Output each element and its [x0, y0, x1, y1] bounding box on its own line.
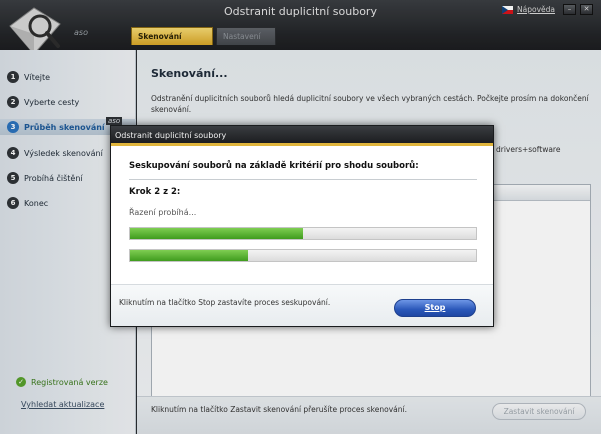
primary-progress-bar	[129, 227, 477, 240]
dialog-brand-label: aso	[106, 117, 123, 125]
status-text: Řazení probíhá...	[129, 208, 197, 217]
dialog-title-bar: aso Odstranit duplicitní soubory	[106, 117, 493, 146]
secondary-progress-bar	[129, 249, 477, 262]
grouping-progress-dialog: aso Odstranit duplicitní soubory Seskupo…	[106, 117, 494, 327]
secondary-progress-fill	[130, 250, 248, 261]
dialog-heading: Seskupování souborů na základě kritérií …	[129, 161, 419, 171]
dialog-footer-text: Kliknutím na tlačítko Stop zastavíte pro…	[119, 298, 331, 307]
primary-progress-fill	[130, 228, 303, 239]
stop-button[interactable]: Stop	[394, 299, 476, 317]
dialog-title: Odstranit duplicitní soubory	[115, 131, 227, 140]
dialog-footer: Kliknutím na tlačítko Stop zastavíte pro…	[111, 284, 493, 326]
step-indicator: Krok 2 z 2:	[129, 187, 181, 197]
divider	[129, 179, 477, 180]
